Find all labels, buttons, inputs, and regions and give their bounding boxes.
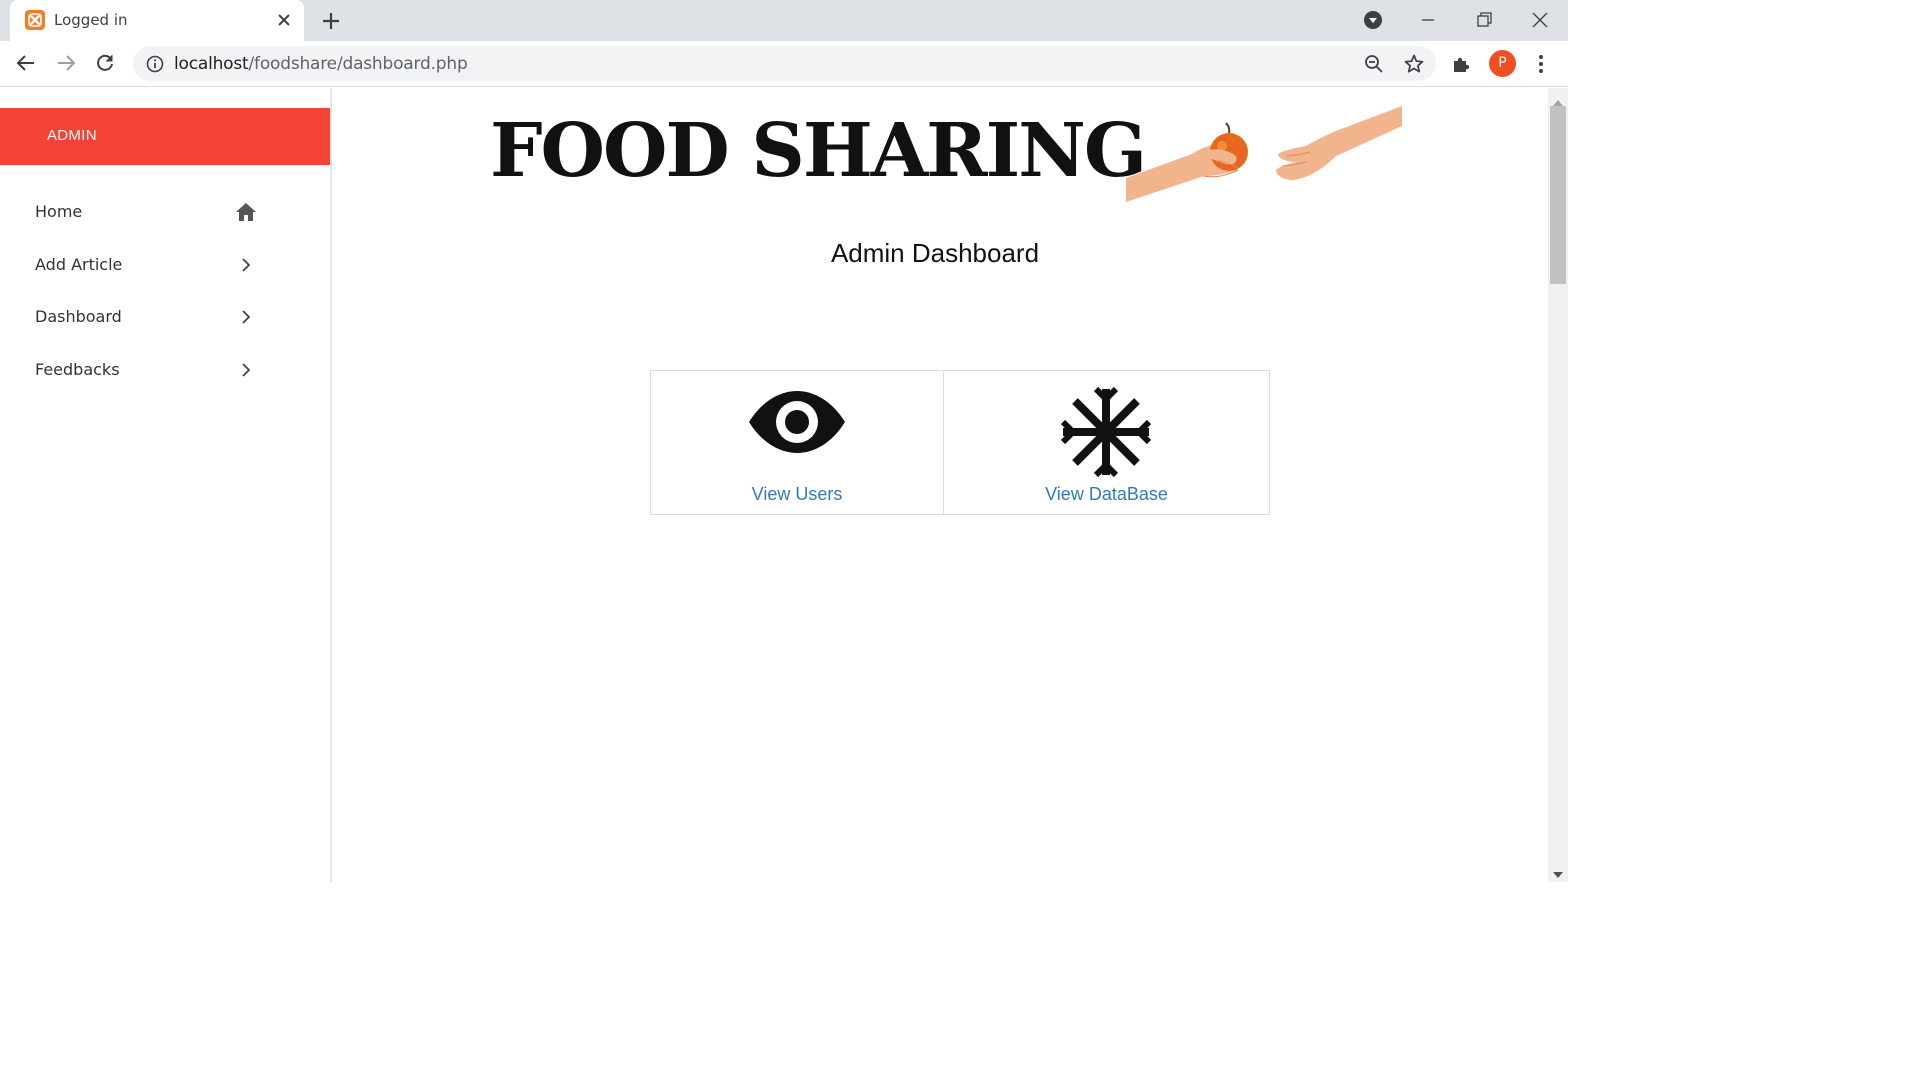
page-title-text: Admin Dashboard: [830, 238, 1040, 268]
url-text: localhost/foodshare/dashboard.php: [174, 54, 468, 74]
view-users-card[interactable]: View Users: [651, 371, 944, 514]
view-database-card[interactable]: View DataBase: [944, 371, 1269, 514]
view-database-link[interactable]: View DataBase: [944, 484, 1269, 505]
sidebar-item-label: Home: [35, 202, 83, 221]
main-content: FOOD SHARING Admin Dashboard View Users …: [332, 88, 1548, 882]
home-icon: [235, 201, 257, 223]
sidebar-item-label: Add Article: [35, 255, 123, 274]
sidebar-header-title: ADMIN: [47, 127, 97, 144]
sidebar-item-label: Feedbacks: [35, 360, 120, 379]
browser-toolbar: localhost/foodshare/dashboard.php P: [0, 41, 1568, 87]
sidebar-item-feedbacks[interactable]: Feedbacks: [0, 345, 330, 397]
close-tab-icon[interactable]: [274, 10, 294, 30]
xampp-favicon-icon: [25, 10, 45, 30]
reload-icon[interactable]: [93, 51, 117, 75]
address-bar[interactable]: localhost/foodshare/dashboard.php: [133, 46, 1436, 81]
sidebar-item-label: Dashboard: [35, 307, 122, 326]
close-window-icon[interactable]: [1528, 8, 1552, 32]
tab-search-dropdown-icon[interactable]: [1362, 9, 1384, 31]
extensions-puzzle-icon[interactable]: [1450, 52, 1474, 76]
page-scrollbar[interactable]: [1548, 88, 1568, 882]
dashboard-cards: View Users View DataBase: [650, 370, 1270, 515]
tab-title: Logged in: [54, 11, 128, 29]
admin-sidebar: ADMIN Home Add Article Dashboard Feedbac…: [0, 88, 332, 882]
url-path: /foodshare/dashboard.php: [248, 54, 468, 74]
zoom-icon[interactable]: [1363, 53, 1385, 75]
minimize-icon[interactable]: [1416, 8, 1440, 32]
sidebar-item-add-article[interactable]: Add Article: [0, 240, 330, 292]
site-title: FOOD SHARING: [490, 108, 1147, 194]
browser-menu-icon[interactable]: [1530, 52, 1552, 76]
scroll-up-arrow-icon[interactable]: [1553, 94, 1563, 106]
page-viewport: ADMIN Home Add Article Dashboard Feedbac…: [0, 88, 1548, 882]
chevron-right-icon: [235, 306, 257, 328]
view-users-link[interactable]: View Users: [651, 484, 943, 505]
back-icon[interactable]: [14, 51, 38, 75]
profile-avatar[interactable]: P: [1489, 50, 1516, 77]
sidebar-header: ADMIN: [0, 108, 330, 165]
eye-icon: [748, 387, 846, 462]
restore-icon[interactable]: [1472, 8, 1496, 32]
bookmark-star-icon[interactable]: [1403, 53, 1425, 75]
url-host: localhost: [174, 54, 249, 74]
chevron-right-icon: [235, 359, 257, 381]
new-tab-icon[interactable]: [318, 8, 344, 34]
asterisk-icon: [1060, 386, 1152, 482]
forward-icon[interactable]: [54, 51, 78, 75]
browser-tabstrip: Logged in: [0, 0, 1568, 41]
browser-tab[interactable]: Logged in: [10, 0, 304, 41]
site-info-icon[interactable]: [145, 54, 165, 74]
scrollbar-thumb[interactable]: [1550, 106, 1566, 284]
sidebar-item-dashboard[interactable]: Dashboard: [0, 292, 330, 344]
scroll-down-arrow-icon[interactable]: [1553, 866, 1563, 878]
sidebar-item-home[interactable]: Home: [0, 187, 330, 239]
food-sharing-hands-illustration: [1126, 106, 1402, 206]
page-title: Admin Dashboard: [332, 238, 1548, 269]
chevron-right-icon: [235, 254, 257, 276]
